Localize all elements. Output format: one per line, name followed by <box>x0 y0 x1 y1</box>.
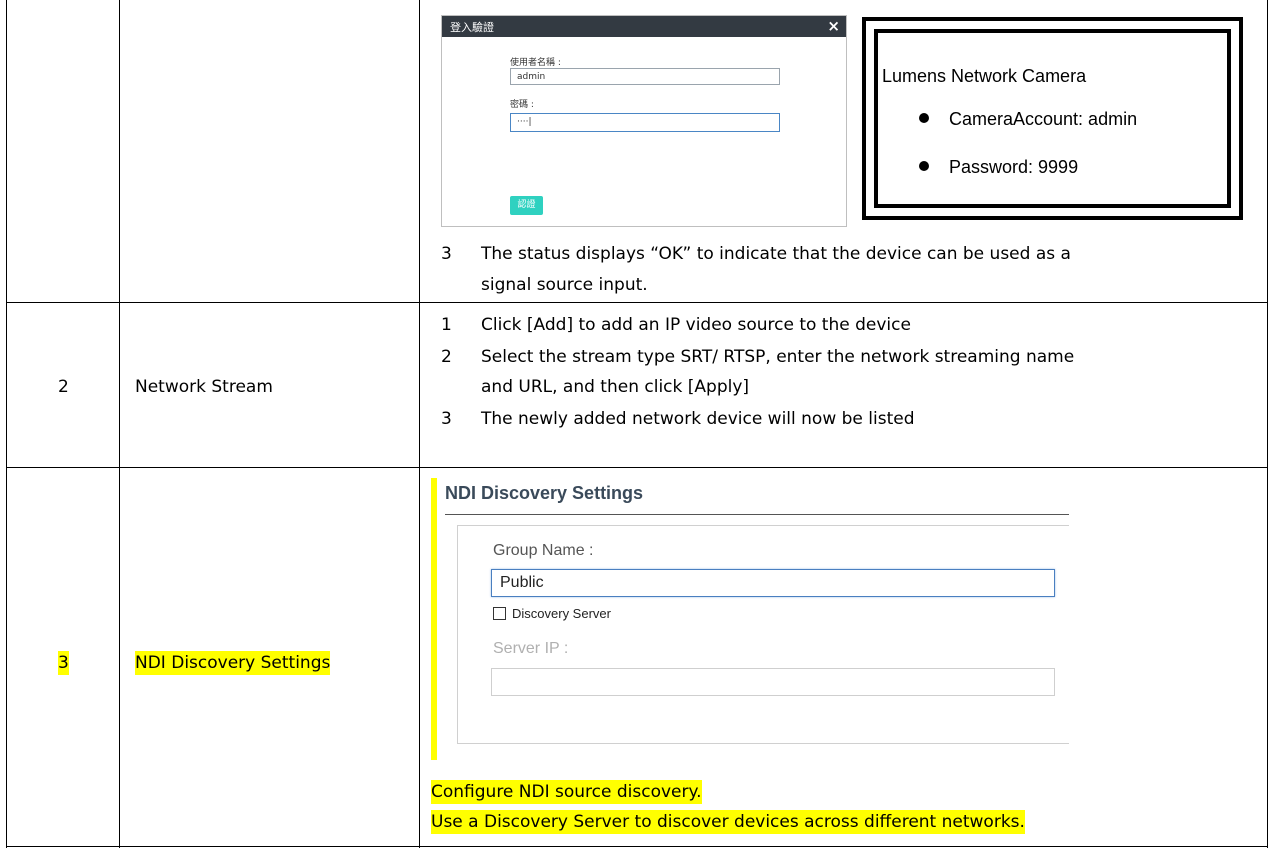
step-number: 3 <box>441 244 452 264</box>
table-border-col2 <box>419 0 420 848</box>
step-text-line2: and URL, and then click [Apply] <box>481 377 750 397</box>
password-label: 密碼 : <box>510 100 534 110</box>
credentials-password: Password: 9999 <box>949 157 1079 177</box>
credentials-account: CameraAccount: admin <box>949 109 1138 129</box>
step-text-line1: The newly added network device will now … <box>481 409 915 429</box>
bullet-icon <box>919 161 929 172</box>
row-divider-2 <box>6 467 1268 468</box>
credentials-password-item: Password: 9999 <box>919 157 1078 178</box>
discovery-server-checkbox[interactable]: Discovery Server <box>493 606 611 621</box>
authenticate-button[interactable]: 認證 <box>510 196 543 215</box>
checkbox-label: Discovery Server <box>512 606 611 621</box>
username-field[interactable]: admin <box>510 68 780 85</box>
table-border-left <box>6 0 7 848</box>
row-divider-1 <box>6 302 1268 303</box>
step-text-line1: Click [Add] to add an IP video source to… <box>481 315 911 335</box>
row-title: NDI Discovery Settings <box>135 651 331 675</box>
row-title: Network Stream <box>135 377 273 397</box>
login-dialog: 登入驗證 × 使用者名稱 : admin 密碼 : ····| 認證 <box>441 15 847 227</box>
close-icon[interactable]: × <box>827 17 840 35</box>
group-name-label: Group Name : <box>493 542 594 559</box>
step-number: 2 <box>441 347 452 367</box>
password-field[interactable]: ····| <box>510 113 780 132</box>
bullet-icon <box>919 113 929 124</box>
dialog-title: 登入驗證 <box>450 21 494 34</box>
group-name-field[interactable]: Public <box>491 569 1055 597</box>
step-text-line2: signal source input. <box>481 275 648 295</box>
step-number: 1 <box>441 315 452 335</box>
server-ip-field[interactable] <box>491 668 1055 696</box>
username-label: 使用者名稱 : <box>510 58 561 68</box>
row-number: 2 <box>58 377 69 397</box>
step-number: 3 <box>441 409 452 429</box>
checkbox-icon[interactable] <box>493 607 506 621</box>
highlight-bar <box>431 478 437 760</box>
step-text-line1: Select the stream type SRT/ RTSP, enter … <box>481 347 1075 367</box>
row-number: 3 <box>58 651 69 675</box>
step-text-line1: The status displays “OK” to indicate tha… <box>481 244 1071 264</box>
credentials-title: Lumens Network Camera <box>882 66 1087 86</box>
server-ip-label: Server IP : <box>493 640 569 657</box>
dialog-title-bar: 登入驗證 × <box>442 16 846 37</box>
document-table: 登入驗證 × 使用者名稱 : admin 密碼 : ····| 認證 Lumen… <box>0 0 1275 848</box>
description-line1: Configure NDI source discovery. <box>431 780 702 804</box>
credentials-account-item: CameraAccount: admin <box>919 109 1137 130</box>
table-border-bottom <box>6 846 1268 847</box>
heading-divider <box>445 514 1069 515</box>
description-line2: Use a Discovery Server to discover devic… <box>431 810 1025 834</box>
table-border-right <box>1267 0 1268 848</box>
table-border-col1 <box>119 0 120 848</box>
ndi-panel-heading: NDI Discovery Settings <box>445 483 644 503</box>
